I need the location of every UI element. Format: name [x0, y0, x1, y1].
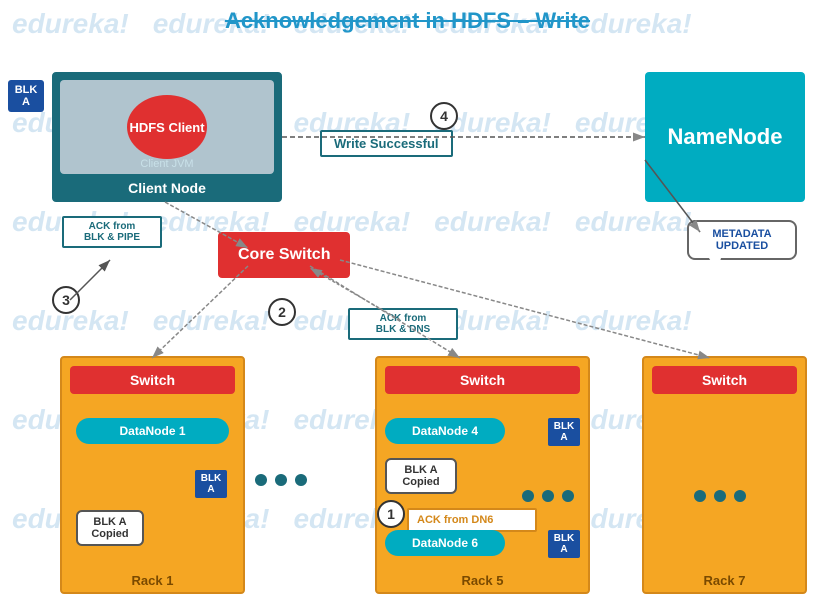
- client-jvm-label: Client JVM: [60, 158, 274, 170]
- rack7-label: Rack 7: [644, 573, 805, 588]
- metadata-line1: METADATA: [699, 228, 785, 240]
- dot1: [522, 490, 534, 502]
- rack5-blk-a-dn4: BLKA: [548, 418, 580, 446]
- rack1-blk-a: BLKA: [195, 470, 227, 498]
- rack5-blk-a-dn6: BLKA: [548, 530, 580, 558]
- rack1-blk-copied: BLK ACopied: [76, 510, 144, 546]
- dot2: [275, 474, 287, 486]
- diagram: Acknowledgement in HDFS – Write BLK A HD…: [0, 0, 815, 594]
- ack-box-blk-dns: ACK fromBLK & DNS: [348, 308, 458, 340]
- rack1-datanode1: DataNode 1: [76, 418, 229, 444]
- rack5-blk-copied: BLK ACopied: [385, 458, 457, 494]
- namenode: NameNode: [645, 72, 805, 202]
- rack7-switch: Switch: [652, 366, 797, 394]
- dot3: [734, 490, 746, 502]
- dot3: [295, 474, 307, 486]
- rack-1: Switch DataNode 1 BLKA BLK ACopied Rack …: [60, 356, 245, 594]
- blk-a-label: A: [13, 96, 39, 108]
- ack-from-dn6: ACK from DN6: [407, 508, 537, 532]
- metadata-line2: UPDATED: [699, 240, 785, 252]
- dot3: [562, 490, 574, 502]
- rack5-dots: [522, 490, 574, 502]
- client-jvm: HDFS Client Client JVM: [60, 80, 274, 174]
- hdfs-client: HDFS Client: [127, 95, 207, 159]
- rack-5: Switch DataNode 4 BLKA BLK ACopied 1 ACK…: [375, 356, 590, 594]
- metadata-updated-bubble: METADATA UPDATED: [687, 220, 797, 260]
- rack7-dots: [694, 490, 746, 502]
- client-node: HDFS Client Client JVM Client Node: [52, 72, 282, 202]
- write-successful: Write Successful: [320, 130, 453, 157]
- step-1-circle: 1: [377, 500, 405, 528]
- blk-a-topleft: BLK A: [8, 80, 44, 112]
- step-3-circle: 3: [52, 286, 80, 314]
- middle-dots: [255, 474, 307, 486]
- namenode-label: NameNode: [668, 124, 783, 150]
- core-switch: Core Switch: [218, 232, 350, 278]
- rack5-datanode6: DataNode 6: [385, 530, 505, 556]
- rack5-datanode4: DataNode 4: [385, 418, 505, 444]
- rack-7: Switch Rack 7: [642, 356, 807, 594]
- dot2: [542, 490, 554, 502]
- dot2: [714, 490, 726, 502]
- dot1: [255, 474, 267, 486]
- step-2-circle: 2: [268, 298, 296, 326]
- ack-box-blk-pipe: ACK fromBLK & PIPE: [62, 216, 162, 248]
- rack5-label: Rack 5: [377, 573, 588, 588]
- rack1-label: Rack 1: [62, 573, 243, 588]
- step-4-circle: 4: [430, 102, 458, 130]
- page-title: Acknowledgement in HDFS – Write: [0, 8, 815, 34]
- rack5-switch: Switch: [385, 366, 580, 394]
- client-node-label: Client Node: [54, 180, 280, 196]
- dot1: [694, 490, 706, 502]
- rack1-switch: Switch: [70, 366, 235, 394]
- blk-label: BLK: [13, 84, 39, 96]
